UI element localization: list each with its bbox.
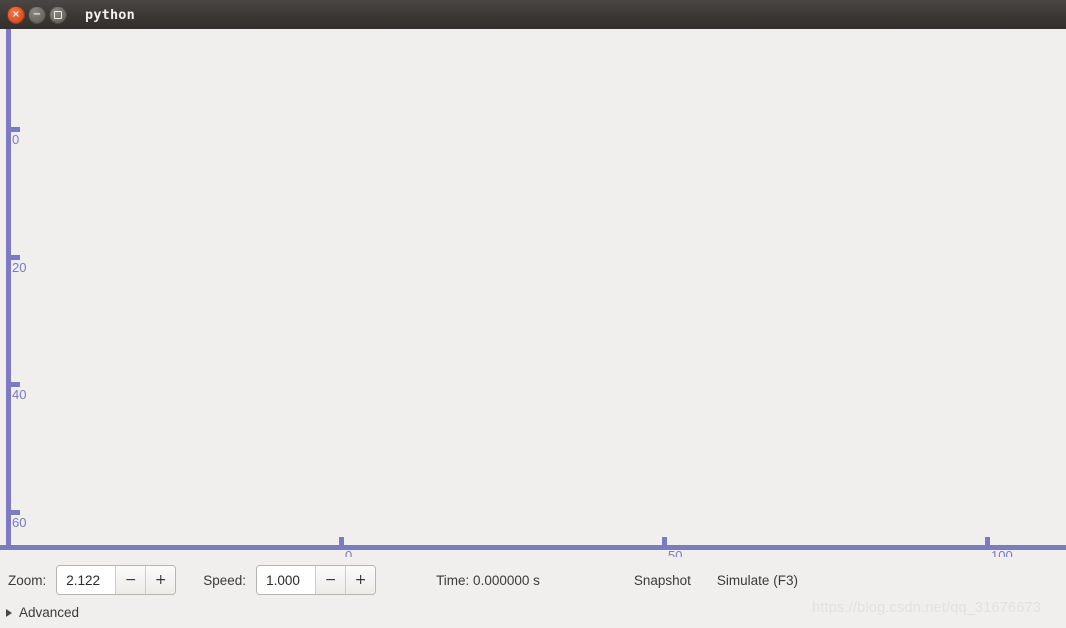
h-ruler-label-1: 50 — [668, 548, 682, 557]
minimize-button[interactable]: − — [28, 5, 46, 24]
zoom-label: Zoom: — [8, 572, 47, 588]
zoom-stepper[interactable]: 2.122 − + — [56, 565, 177, 595]
zoom-input[interactable]: 2.122 — [57, 566, 116, 594]
v-ruler-label-3: 60 — [12, 515, 26, 530]
speed-decrement-button[interactable]: − — [315, 566, 346, 594]
h-ruler-label-0: 0 — [345, 548, 352, 557]
h-ruler-tick — [985, 537, 990, 550]
simulate-button[interactable]: Simulate (F3) — [709, 568, 806, 593]
window-titlebar: × − python — [0, 0, 1066, 29]
window-title: python — [85, 6, 135, 23]
horizontal-ruler-bar — [0, 545, 1066, 550]
application-window: × − python 0 20 40 60 0 50 100 Zoom: 2.122 − — [0, 0, 1066, 628]
speed-increment-button[interactable]: + — [345, 566, 376, 594]
bottom-toolbar: Zoom: 2.122 − + Speed: 1.000 − + Time: 0… — [0, 557, 1066, 628]
h-ruler-tick — [339, 537, 344, 550]
maximize-icon — [54, 10, 62, 19]
advanced-disclosure[interactable]: Advanced — [6, 605, 79, 620]
v-ruler-label-0: 0 — [12, 132, 19, 147]
ruler-layer: 0 20 40 60 0 50 100 — [0, 29, 1066, 557]
speed-stepper[interactable]: 1.000 − + — [256, 565, 377, 595]
simulation-canvas[interactable]: 0 20 40 60 0 50 100 — [0, 29, 1066, 557]
window-controls: × − — [7, 5, 67, 24]
h-ruler-label-2: 100 — [991, 548, 1013, 557]
speed-label: Speed: — [203, 572, 247, 588]
speed-input[interactable]: 1.000 — [257, 566, 316, 594]
h-ruler-tick — [662, 537, 667, 550]
chevron-right-icon — [6, 608, 12, 617]
v-ruler-label-1: 20 — [12, 260, 26, 275]
snapshot-button[interactable]: Snapshot — [626, 568, 699, 593]
time-display: Time: 0.000000 s — [436, 572, 540, 588]
simulation-scene: 0 20 40 60 0 50 100 — [0, 29, 1066, 557]
vertical-ruler-bar — [6, 29, 11, 550]
close-icon: × — [11, 8, 21, 20]
close-button[interactable]: × — [7, 5, 25, 24]
zoom-decrement-button[interactable]: − — [115, 566, 146, 594]
v-ruler-label-2: 40 — [12, 387, 26, 402]
zoom-increment-button[interactable]: + — [145, 566, 176, 594]
maximize-button[interactable] — [49, 5, 67, 24]
advanced-label: Advanced — [19, 605, 80, 620]
minimize-icon: − — [32, 8, 42, 20]
watermark-text: https://blog.csdn.net/qq_31676673 — [812, 600, 1042, 616]
